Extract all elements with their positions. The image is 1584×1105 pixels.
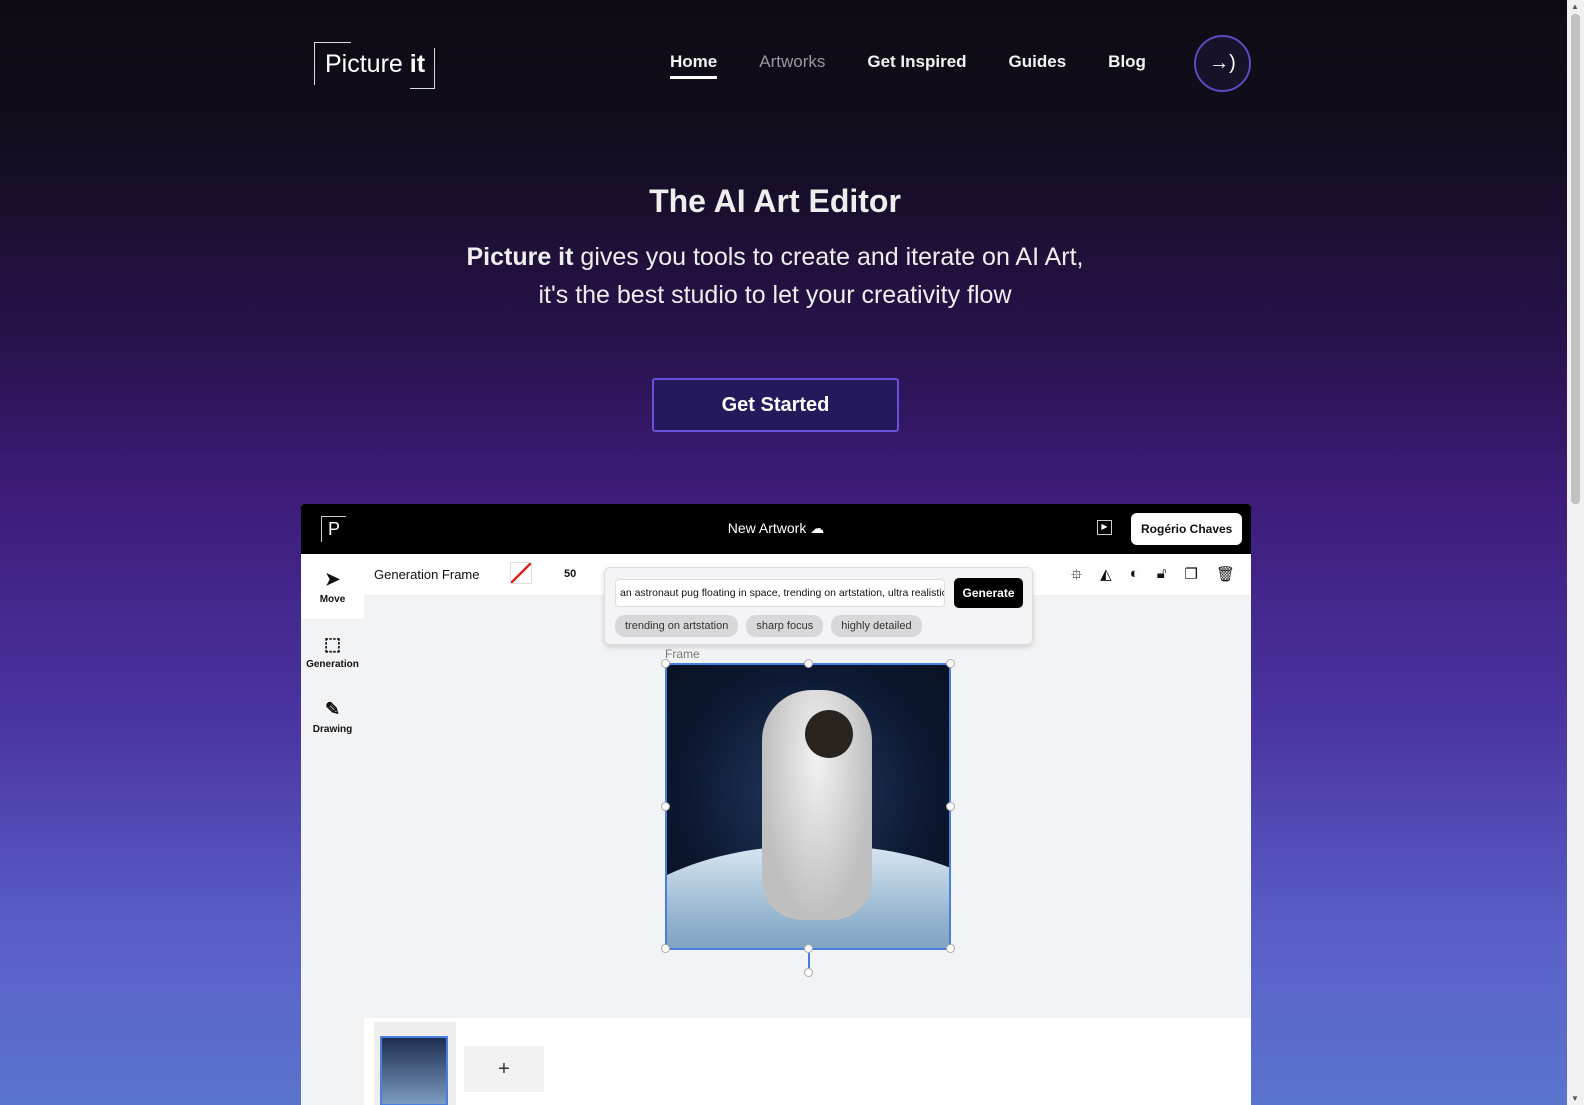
- contrast-icon[interactable]: ◐: [1130, 565, 1139, 590]
- nav-home[interactable]: Home: [670, 52, 718, 79]
- layer-thumbnail[interactable]: [374, 1022, 456, 1105]
- resize-handle[interactable]: [946, 944, 955, 953]
- hero-subtitle: Picture it gives you tools to create and…: [466, 243, 1084, 309]
- resize-handle[interactable]: [946, 659, 955, 668]
- user-button[interactable]: Rogério Chaves: [1131, 513, 1243, 545]
- cloud-icon: ☁: [810, 520, 825, 536]
- tool-move[interactable]: ➤ Move: [301, 554, 364, 619]
- app-topbar: P New Artwork ☁ ▶ Rogério Chaves: [301, 504, 1251, 554]
- add-layer-button[interactable]: +: [464, 1046, 544, 1092]
- nav-get-inspired[interactable]: Get Inspired: [867, 52, 966, 79]
- frame-icon: ⬚: [323, 633, 341, 654]
- page-scrollbar[interactable]: ▲ ▼: [1567, 0, 1584, 1105]
- login-button[interactable]: →): [1194, 35, 1251, 92]
- play-icon[interactable]: ▶: [1097, 520, 1112, 535]
- pointer-icon: ➤: [324, 568, 341, 589]
- trash-icon[interactable]: 🗑︎: [1216, 565, 1235, 590]
- duplicate-icon[interactable]: ❐: [1185, 565, 1198, 590]
- app-preview: P New Artwork ☁ ▶ Rogério Chaves ➤ Move ⬚…: [301, 504, 1251, 1105]
- resize-handle[interactable]: [804, 659, 813, 668]
- main-nav: Home Artworks Get Inspired Guides Blog: [670, 52, 1146, 79]
- generate-button[interactable]: Generate: [954, 578, 1023, 608]
- prompt-popup: an astronaut pug floating in space, tren…: [604, 567, 1033, 645]
- prompt-chip[interactable]: sharp focus: [746, 615, 824, 637]
- brand-logo[interactable]: Picture it: [314, 42, 436, 89]
- mode-label: Generation Frame: [374, 567, 480, 582]
- nav-blog[interactable]: Blog: [1108, 52, 1146, 79]
- resize-handle[interactable]: [946, 802, 955, 811]
- prompt-chip[interactable]: highly detailed: [831, 615, 922, 637]
- align-icon[interactable]: ⯐: [1071, 565, 1082, 590]
- rotate-handle[interactable]: [804, 968, 813, 977]
- nav-artworks[interactable]: Artworks: [759, 52, 825, 79]
- layers-panel: +: [364, 1018, 1251, 1105]
- lock-icon[interactable]: 🔓︎: [1157, 565, 1167, 590]
- flip-icon[interactable]: ◭: [1100, 565, 1112, 590]
- tool-generation[interactable]: ⬚ Generation: [301, 619, 364, 684]
- resize-handle[interactable]: [661, 802, 670, 811]
- nav-guides[interactable]: Guides: [1009, 52, 1067, 79]
- resize-handle[interactable]: [661, 944, 670, 953]
- tool-sidebar: ➤ Move ⬚ Generation ✎ Drawing: [301, 554, 364, 1105]
- brush-icon: ✎: [324, 698, 341, 719]
- resize-handle[interactable]: [804, 944, 813, 953]
- hero-title: The AI Art Editor: [649, 183, 901, 219]
- no-fill-color-swatch[interactable]: [510, 562, 532, 584]
- generation-frame-image[interactable]: [665, 663, 951, 950]
- size-value[interactable]: 50: [564, 568, 576, 580]
- prompt-chip[interactable]: trending on artstation: [615, 615, 739, 637]
- get-started-button[interactable]: Get Started: [652, 378, 899, 432]
- sign-in-arrow-icon: →): [1209, 52, 1236, 74]
- frame-label: Frame: [665, 647, 700, 661]
- tool-drawing[interactable]: ✎ Drawing: [301, 684, 364, 749]
- prompt-input[interactable]: an astronaut pug floating in space, tren…: [615, 579, 945, 607]
- resize-handle[interactable]: [661, 659, 670, 668]
